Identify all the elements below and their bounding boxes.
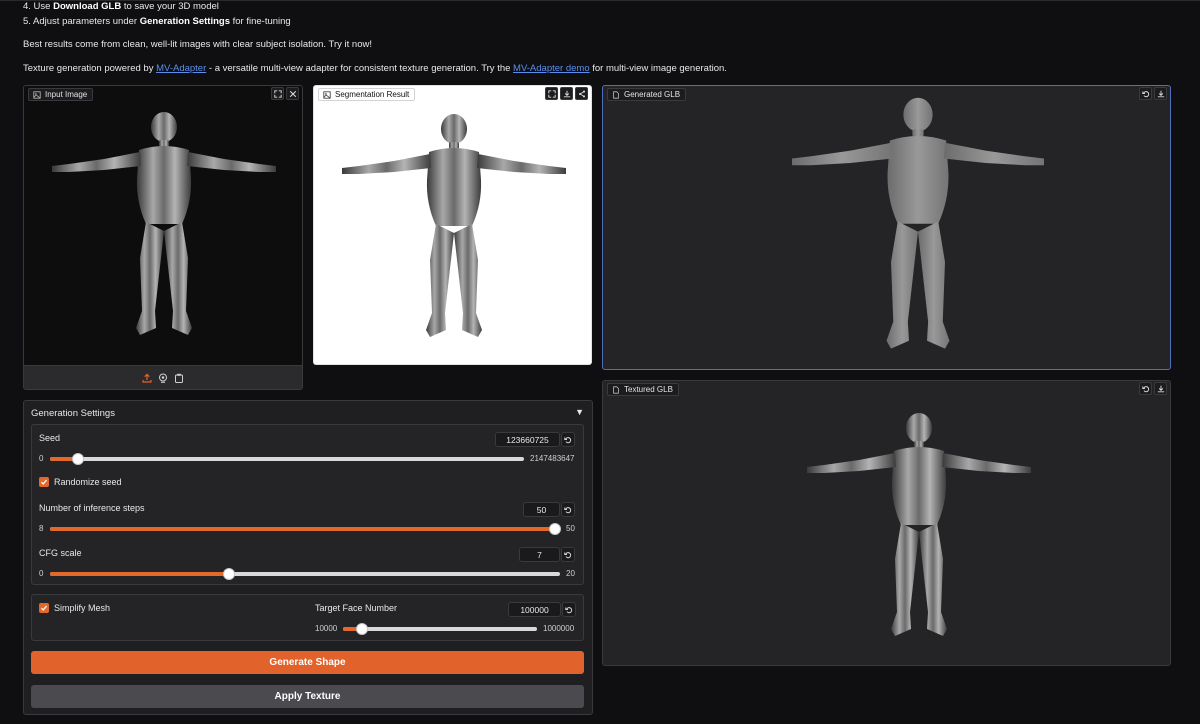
share-icon xyxy=(578,90,585,97)
target-face-input[interactable]: 100000 xyxy=(508,602,561,617)
cfg-max: 20 xyxy=(566,569,575,578)
seed-reset-button[interactable] xyxy=(561,432,575,447)
cfg-slider-thumb[interactable] xyxy=(222,568,235,580)
seed-slider[interactable] xyxy=(50,453,524,465)
target-face-max: 1000000 xyxy=(543,624,575,633)
checkmark-icon xyxy=(40,605,48,611)
input-image-canvas[interactable] xyxy=(24,86,302,365)
generation-settings-accordion: Generation Settings ▼ Seed 123660725 0 2… xyxy=(23,400,593,715)
inference-steps-input[interactable]: 50 xyxy=(523,502,560,517)
cfg-scale-label: CFG scale xyxy=(39,548,82,558)
target-face-reset-button[interactable] xyxy=(562,602,576,617)
checkmark-icon xyxy=(40,479,48,485)
generated-glb-viewer[interactable] xyxy=(603,86,1170,369)
reset-view-button[interactable] xyxy=(1139,87,1152,100)
cfg-slider-fill xyxy=(50,572,229,576)
download-icon xyxy=(1157,90,1164,97)
generation-settings-title: Generation Settings xyxy=(31,408,115,419)
seed-input[interactable]: 123660725 xyxy=(495,432,560,447)
target-face-min: 10000 xyxy=(315,624,338,633)
cfg-scale-input[interactable]: 7 xyxy=(519,547,560,562)
file-icon xyxy=(613,385,619,394)
inference-steps-label: Number of inference steps xyxy=(39,503,145,513)
randomize-seed-label: Randomize seed xyxy=(54,477,122,487)
input-source-bar xyxy=(24,365,302,389)
share-button[interactable] xyxy=(575,87,588,100)
seed-slider-thumb[interactable] xyxy=(72,453,85,465)
best-results-note: Best results come from clean, well-lit i… xyxy=(23,39,372,50)
instruction-step-5: 5. Adjust parameters under Generation Se… xyxy=(23,16,291,27)
clipboard-icon[interactable] xyxy=(174,373,184,383)
input-image-tools xyxy=(271,87,299,100)
file-icon xyxy=(613,90,619,99)
seed-max: 2147483647 xyxy=(530,454,575,463)
fullscreen-icon xyxy=(547,89,556,98)
close-icon xyxy=(289,90,296,97)
reset-icon xyxy=(564,436,572,443)
generated-mesh-model xyxy=(783,86,1053,366)
seed-label: Seed xyxy=(39,433,61,443)
textured-glb-label: Textured GLB xyxy=(607,383,679,396)
fullscreen-button[interactable] xyxy=(545,87,558,100)
instruction-step-4: 4. Use Download GLB to save your 3D mode… xyxy=(23,1,219,12)
textured-glb-viewer[interactable] xyxy=(603,381,1170,665)
generated-glb-tools xyxy=(1139,87,1167,100)
download-glb-button[interactable] xyxy=(1154,382,1167,395)
segmentation-result-label: Segmentation Result xyxy=(318,88,416,101)
clear-image-button[interactable] xyxy=(286,87,299,100)
input-armor-figure xyxy=(44,106,284,346)
fullscreen-icon xyxy=(273,89,282,98)
simplify-mesh-checkbox[interactable] xyxy=(39,603,49,613)
textured-glb-panel: Textured GLB xyxy=(602,380,1171,666)
segmentation-tools xyxy=(545,87,588,100)
steps-slider-fill xyxy=(50,527,555,531)
reset-icon xyxy=(564,551,572,558)
textured-mesh-model xyxy=(799,389,1039,665)
steps-reset-button[interactable] xyxy=(561,502,575,517)
cfg-scale-slider[interactable] xyxy=(50,568,560,580)
input-image-label: Input Image xyxy=(28,88,94,101)
download-button[interactable] xyxy=(560,87,573,100)
generated-glb-label: Generated GLB xyxy=(607,88,687,101)
texture-credit: Texture generation powered by MV-Adapter… xyxy=(23,63,727,74)
reset-icon xyxy=(565,606,573,613)
cfg-min: 0 xyxy=(39,569,44,578)
randomize-seed-checkbox[interactable] xyxy=(39,477,49,487)
target-face-label: Target Face Number xyxy=(315,603,398,613)
segmented-armor-figure xyxy=(334,108,574,348)
undo-icon xyxy=(1141,90,1149,97)
inference-steps-slider[interactable] xyxy=(50,523,561,535)
textured-glb-tools xyxy=(1139,382,1167,395)
collapse-caret-icon[interactable]: ▼ xyxy=(575,407,584,417)
mesh-simplification-group: Simplify Mesh Target Face Number 100000 … xyxy=(31,594,584,641)
reset-icon xyxy=(564,506,572,513)
fullscreen-button[interactable] xyxy=(271,87,284,100)
apply-texture-button[interactable]: Apply Texture xyxy=(31,685,584,708)
download-glb-button[interactable] xyxy=(1154,87,1167,100)
seed-min: 0 xyxy=(39,454,44,463)
image-icon xyxy=(323,90,331,99)
download-icon xyxy=(563,90,570,97)
undo-icon xyxy=(1141,385,1149,392)
target-face-slider[interactable] xyxy=(343,623,537,635)
reset-view-button[interactable] xyxy=(1139,382,1152,395)
image-icon xyxy=(33,90,41,99)
simplify-mesh-label: Simplify Mesh xyxy=(54,603,111,613)
steps-slider-thumb[interactable] xyxy=(549,523,561,535)
steps-min: 8 xyxy=(39,524,44,533)
steps-max: 50 xyxy=(566,524,575,533)
sampling-parameters-group: Seed 123660725 0 2147483647 Randomize se… xyxy=(31,424,584,585)
cfg-reset-button[interactable] xyxy=(561,547,575,562)
webcam-icon[interactable] xyxy=(158,373,168,383)
mv-adapter-link[interactable]: MV-Adapter xyxy=(156,63,206,74)
segmentation-result-panel: Segmentation Result xyxy=(313,85,592,365)
mv-adapter-demo-link[interactable]: MV-Adapter demo xyxy=(513,63,590,74)
generate-shape-button[interactable]: Generate Shape xyxy=(31,651,584,674)
download-icon xyxy=(1157,385,1164,392)
generated-glb-panel: Generated GLB xyxy=(602,85,1171,370)
upload-icon[interactable] xyxy=(142,373,152,383)
target-face-slider-thumb[interactable] xyxy=(356,623,369,635)
input-image-panel: Input Image xyxy=(23,85,303,390)
